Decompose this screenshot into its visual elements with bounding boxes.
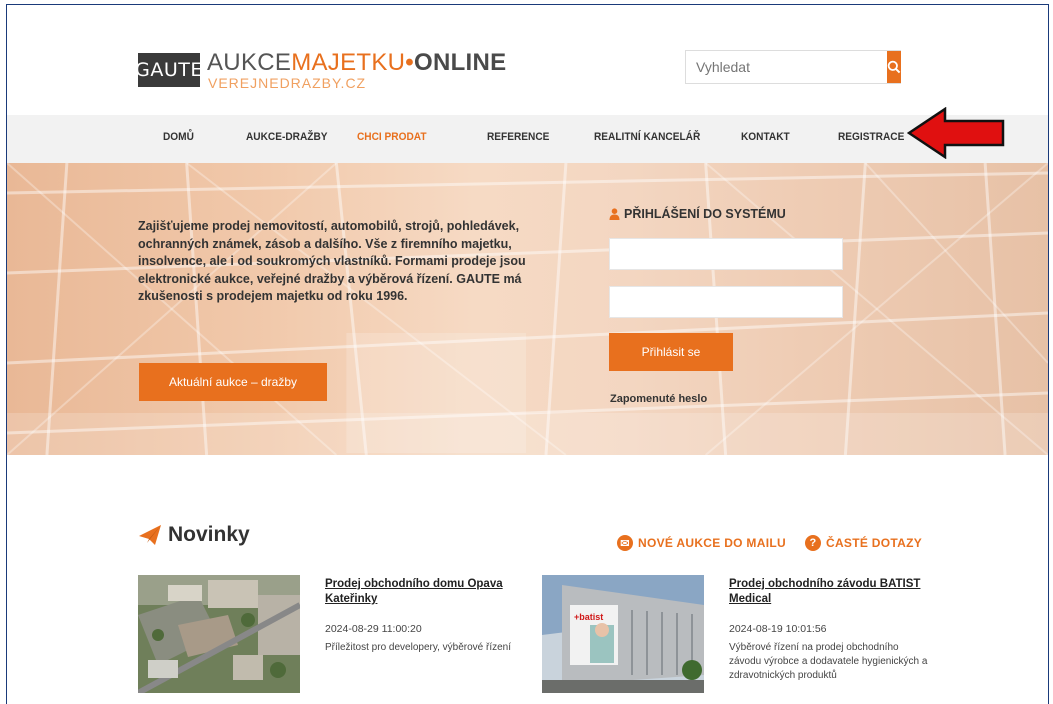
main-nav: DOMŮ AUKCE-DRAŽBY CHCI PRODAT REFERENCE … — [7, 115, 1048, 163]
nav-item-kontakt[interactable]: KONTAKT — [741, 131, 790, 143]
search-icon — [887, 60, 901, 74]
search-button[interactable] — [887, 51, 901, 83]
news-item-description: Příležitost pro developery, výběrové říz… — [325, 642, 512, 653]
login-button[interactable]: Přihlásit se — [609, 333, 733, 371]
hero-banner: Zajišťujeme prodej nemovitostí, automobi… — [7, 163, 1048, 455]
nav-item-aukce-drazby[interactable]: AUKCE-DRAŽBY — [246, 131, 328, 143]
news-item-date: 2024-08-19 10:01:56 — [729, 623, 827, 635]
paper-plane-icon — [139, 525, 161, 545]
nav-item-chci-prodat[interactable]: CHCI PRODAT — [357, 131, 427, 143]
username-field[interactable] — [609, 238, 843, 270]
forgot-password-link[interactable]: Zapomenuté heslo — [610, 393, 707, 405]
user-icon — [609, 208, 620, 220]
current-auctions-button[interactable]: Aktuální aukce – dražby — [139, 363, 327, 401]
logo-part-majetku: MAJETKU — [291, 49, 406, 76]
site-logo-text[interactable]: AUKCEMAJETKU•ONLINE — [207, 49, 506, 77]
news-item-description: Výběrové řízení na prodej obchodního záv… — [729, 642, 928, 681]
logo-part-online: ONLINE — [414, 49, 507, 76]
faq-link[interactable]: ? ČASTÉ DOTAZY — [805, 535, 922, 551]
industrial-background-image — [7, 163, 1048, 455]
news-heading-text: Novinky — [168, 523, 250, 546]
faq-label: ČASTÉ DOTAZY — [826, 536, 923, 550]
new-auctions-mail-link[interactable]: ✉ NOVÉ AUKCE DO MAILU — [617, 535, 786, 551]
news-thumbnail-batist[interactable]: +batist — [542, 575, 704, 693]
browser-page: GAUTE AUKCEMAJETKU•ONLINE VEREJNEDRAZBY.… — [6, 4, 1049, 704]
login-title-text: PŘIHLÁŠENÍ DO SYSTÉMU — [624, 207, 786, 221]
news-thumbnail-opava[interactable] — [138, 575, 300, 693]
svg-text:+batist: +batist — [574, 612, 603, 622]
red-arrow-annotation — [907, 107, 1005, 159]
news-heading: Novinky — [139, 523, 250, 547]
logo-part-aukce: AUKCE — [207, 49, 292, 76]
question-icon: ? — [805, 535, 821, 551]
hero-description: Zajišťujeme prodej nemovitostí, automobi… — [138, 219, 526, 303]
news-item-title[interactable]: Prodej obchodního domu Opava Kateřinky — [325, 577, 525, 607]
gaute-logo[interactable]: GAUTE — [135, 53, 202, 87]
login-title: PŘIHLÁŠENÍ DO SYSTÉMU — [609, 207, 786, 221]
search-bar — [685, 50, 901, 84]
nav-item-domu[interactable]: DOMŮ — [163, 131, 194, 143]
site-header: GAUTE AUKCEMAJETKU•ONLINE VEREJNEDRAZBY.… — [7, 5, 1048, 115]
envelope-icon: ✉ — [617, 535, 633, 551]
search-input[interactable] — [686, 51, 887, 83]
nav-item-registrace[interactable]: REGISTRACE — [838, 131, 904, 143]
logo-dot: • — [405, 49, 414, 76]
nav-item-reference[interactable]: REFERENCE — [487, 131, 549, 143]
news-item-title[interactable]: Prodej obchodního závodu BATIST Medical — [729, 577, 929, 607]
password-field[interactable] — [609, 286, 843, 318]
news-item-date: 2024-08-29 11:00:20 — [325, 623, 422, 635]
logo-subtitle: VEREJNEDRAZBY.CZ — [208, 75, 367, 91]
new-auctions-mail-label: NOVÉ AUKCE DO MAILU — [638, 536, 786, 550]
nav-item-realitni-kancelar[interactable]: REALITNÍ KANCELÁŘ — [594, 131, 700, 143]
